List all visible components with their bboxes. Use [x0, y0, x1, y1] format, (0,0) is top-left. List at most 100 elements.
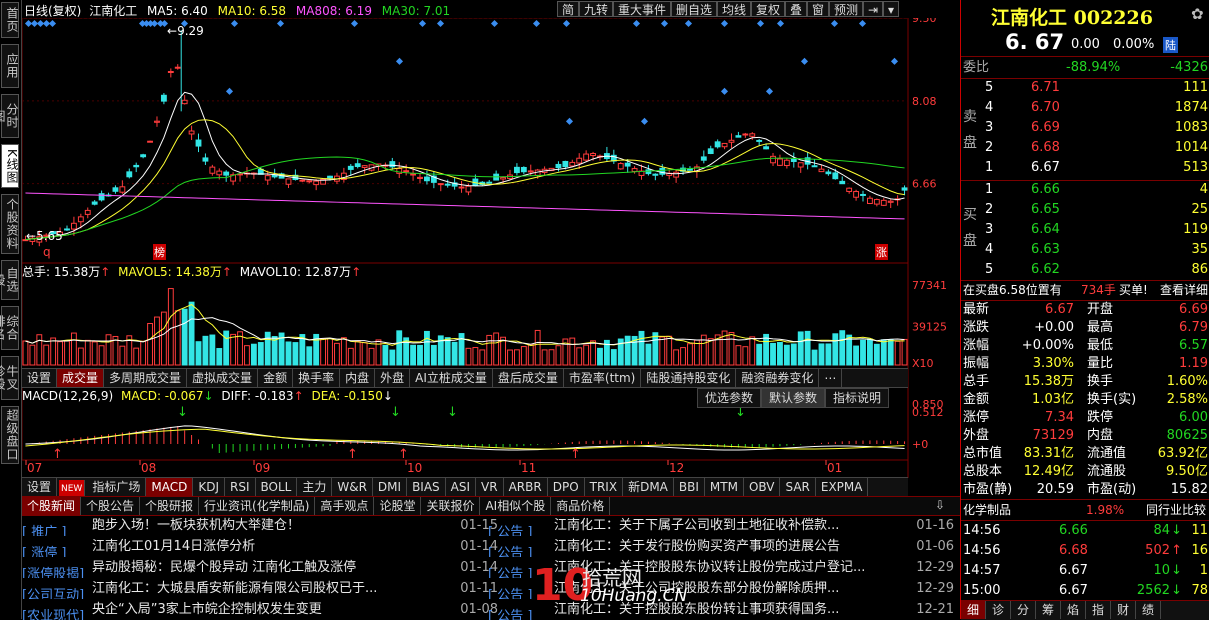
index-tab-9[interactable]: DMI [373, 478, 408, 496]
indicator-tab-11[interactable]: 陆股通持股变化 [641, 369, 737, 387]
toolbar-button-0[interactable]: 简 [557, 1, 580, 17]
toolbar-button-4[interactable]: 均线 [717, 1, 752, 17]
macd-button-2[interactable]: 指标说明 [825, 388, 890, 408]
toolbar-button-7[interactable]: 窗 [807, 1, 830, 17]
news-tab-6[interactable]: 关联报价 [421, 497, 481, 515]
toolbar-button-3[interactable]: 删自选 [671, 1, 718, 17]
news-title[interactable]: 江南化工：关于发行股份购买资产事项的进展公告 [554, 536, 886, 557]
index-tab-20[interactable]: SAR [780, 478, 816, 496]
book-row[interactable]: 5 6.62 86 [961, 260, 1209, 280]
news-tab-4[interactable]: 高手观点 [315, 497, 375, 515]
indicator-tab-8[interactable]: AI立桩成交量 [410, 369, 493, 387]
news-item[interactable]: [涨停股揭] 异动股揭秘：民爆个股异动 江南化工触及涨停 01-14 [22, 557, 502, 578]
news-title[interactable]: 江南化工：关于下属子公司收到土地征收补偿款... [554, 515, 886, 536]
q-marker[interactable]: q [43, 245, 51, 259]
book-row[interactable]: 3 6.69 1083 [961, 118, 1209, 138]
news-tab-3[interactable]: 行业资讯(化学制品) [199, 497, 316, 515]
index-tab-2[interactable]: 指标广场 [87, 478, 147, 496]
buy-order-note[interactable]: 在买盘6.58位置有 734手 买单! 查看详细 [961, 280, 1209, 300]
news-tab-2[interactable]: 个股研报 [140, 497, 200, 515]
left-tab-2[interactable]: 分时图 [0, 94, 19, 138]
index-tab-15[interactable]: TRIX [585, 478, 624, 496]
book-row[interactable]: 3 6.64 119 [961, 220, 1209, 240]
download-icon[interactable]: ⇩ [935, 498, 945, 512]
left-tab-3[interactable]: K线图 [1, 144, 19, 188]
index-tab-17[interactable]: BBI [674, 478, 705, 496]
index-tab-12[interactable]: VR [476, 478, 504, 496]
news-title[interactable]: 江南化工01月14日涨停分析 [92, 536, 437, 557]
gear-icon[interactable]: ✿ [1191, 5, 1204, 23]
news-tab-7[interactable]: AI相似个股 [480, 497, 552, 515]
quote-tab-7[interactable]: 绩 [1136, 601, 1161, 619]
left-tab-0[interactable]: 首页 [1, 2, 19, 38]
index-tab-16[interactable]: 新DMA [623, 478, 674, 496]
quote-tab-1[interactable]: 诊 [986, 601, 1011, 619]
left-tab-8[interactable]: 超级盘口 [1, 406, 19, 464]
toolbar-button-1[interactable]: 九转 [579, 1, 614, 17]
indicator-tab-6[interactable]: 内盘 [340, 369, 376, 387]
indicator-tab-13[interactable]: ⋯ [819, 369, 843, 387]
indicator-tab-0[interactable]: 设置 [22, 369, 58, 387]
board-badge[interactable]: 陆 [1163, 37, 1178, 53]
toolbar-button-6[interactable]: 叠 [785, 1, 808, 17]
left-tab-5[interactable]: 自选股 [0, 260, 19, 300]
indicator-tab-4[interactable]: 金额 [258, 369, 294, 387]
news-tab-8[interactable]: 商品价格 [551, 497, 611, 515]
macd-button-0[interactable]: 优选参数 [697, 388, 762, 408]
news-item[interactable]: [ 公告 ] 江南化工：关于发行股份购买资产事项的进展公告 01-06 [488, 536, 958, 557]
index-tab-10[interactable]: BIAS [407, 478, 446, 496]
news-tab-0[interactable]: 个股新闻 [22, 497, 82, 515]
quote-tab-4[interactable]: 焰 [1061, 601, 1086, 619]
news-item[interactable]: [农业现代] 央企“入局”3家上市皖企控制权发生变更 01-08 [22, 599, 502, 620]
quote-tab-3[interactable]: 筹 [1036, 601, 1061, 619]
left-tab-1[interactable]: 应用 [1, 44, 19, 88]
macd-button-1[interactable]: 默认参数 [761, 388, 826, 408]
indicator-tab-12[interactable]: 融资融券变化 [736, 369, 820, 387]
left-tab-7[interactable]: 牛叉诊股 [0, 356, 19, 400]
index-tab-5[interactable]: RSI [225, 478, 256, 496]
news-tab-1[interactable]: 个股公告 [81, 497, 141, 515]
book-row[interactable]: 4 6.70 1874 [961, 98, 1209, 118]
left-tab-6[interactable]: 综合排名 [0, 306, 19, 350]
quote-tab-5[interactable]: 指 [1086, 601, 1111, 619]
index-tab-14[interactable]: DPO [548, 478, 585, 496]
book-row[interactable]: 4 6.63 35 [961, 240, 1209, 260]
left-tab-4[interactable]: 个股资料 [1, 194, 19, 254]
indicator-tab-7[interactable]: 外盘 [375, 369, 411, 387]
news-item[interactable]: [ 涨停 ] 江南化工01月14日涨停分析 01-14 [22, 536, 502, 557]
indicator-tab-5[interactable]: 换手率 [293, 369, 341, 387]
index-tab-19[interactable]: OBV [744, 478, 781, 496]
index-tab-18[interactable]: MTM [705, 478, 744, 496]
index-tab-13[interactable]: ARBR [504, 478, 548, 496]
index-tab-3[interactable]: MACD [146, 478, 194, 496]
period-label[interactable]: 日线(复权) [24, 4, 81, 18]
toolbar-button-5[interactable]: 复权 [751, 1, 786, 17]
industry-row[interactable]: 化学制品 1.98% 同行业比较 [961, 500, 1209, 520]
news-title[interactable]: 跑步入场！一板块获机构大举建仓！ [92, 515, 437, 536]
bang-marker[interactable]: 榜 [153, 244, 166, 260]
index-tab-21[interactable]: EXPMA [816, 478, 869, 496]
index-tab-11[interactable]: ASI [446, 478, 477, 496]
toolbar-button-8[interactable]: 预测 [829, 1, 864, 17]
index-tab-6[interactable]: BOLL [256, 478, 298, 496]
news-item[interactable]: [ 推广 ] 跑步入场！一板块获机构大举建仓！ 01-15 [22, 515, 502, 536]
news-item[interactable]: [ 公告 ] 江南化工：关于下属子公司收到土地征收补偿款... 01-16 [488, 515, 958, 536]
news-item[interactable]: [公司互动] 江南化工：大城县盾安新能源有限公司股权已于... 01-11 [22, 578, 502, 599]
toolbar-button-2[interactable]: 重大事件 [613, 1, 672, 17]
indicator-tab-3[interactable]: 虚拟成交量 [187, 369, 259, 387]
news-title[interactable]: 异动股揭秘：民爆个股异动 江南化工触及涨停 [92, 557, 437, 578]
index-tab-8[interactable]: W&R [332, 478, 373, 496]
news-title[interactable]: 江南化工：大城县盾安新能源有限公司股权已于... [92, 578, 437, 599]
index-tab-4[interactable]: KDJ [193, 478, 225, 496]
book-row[interactable]: 5 6.71 111 [961, 78, 1209, 98]
index-tab-7[interactable]: 主力 [297, 478, 333, 496]
indicator-tab-10[interactable]: 市盈率(ttm) [564, 369, 642, 387]
zhang-marker[interactable]: 涨 [875, 244, 888, 260]
indicator-tab-9[interactable]: 盘后成交量 [493, 369, 564, 387]
index-tab-0[interactable]: 设置 [22, 478, 58, 496]
indicator-tab-2[interactable]: 多周期成交量 [104, 369, 188, 387]
indicator-tab-1[interactable]: 成交量 [57, 369, 105, 387]
quote-tab-0[interactable]: 细 [961, 601, 986, 619]
news-title[interactable]: 央企“入局”3家上市皖企控制权发生变更 [92, 599, 437, 620]
book-row[interactable]: 1 6.66 4 [961, 180, 1209, 200]
